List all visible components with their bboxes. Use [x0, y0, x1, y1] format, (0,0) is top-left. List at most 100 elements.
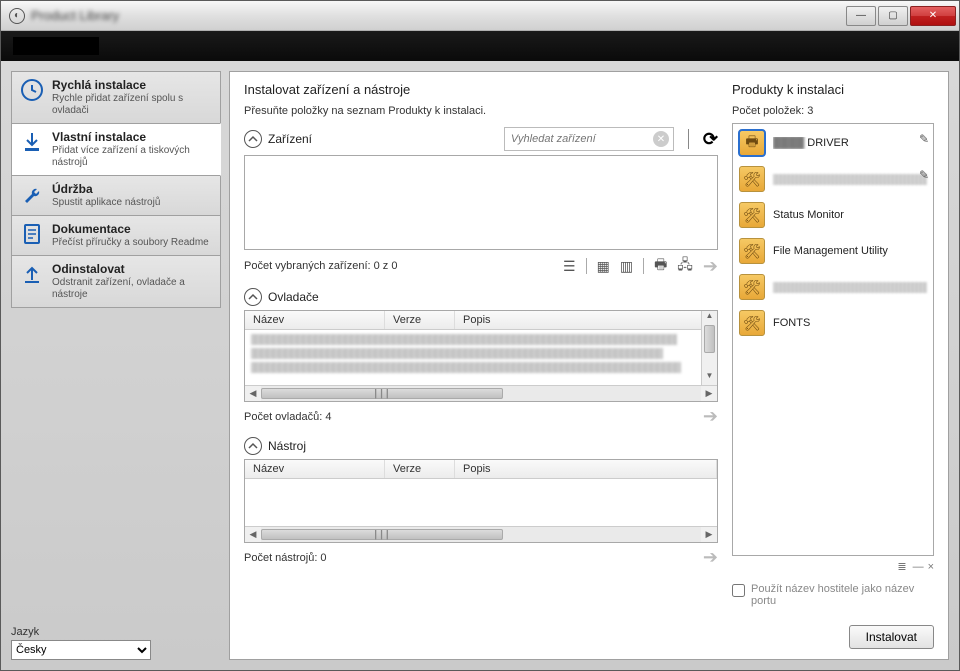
col-version[interactable]: Verze — [385, 311, 455, 329]
refresh-icon[interactable]: ⟳ — [703, 129, 718, 150]
sidebar-item-desc: Odstranit zařízení, ovladače a nástroje — [52, 277, 212, 301]
col-name[interactable]: Název — [245, 311, 385, 329]
product-item-fonts[interactable]: 🛠 FONTS — [739, 310, 927, 336]
table-row[interactable] — [251, 362, 681, 373]
minimize-button[interactable]: — — [846, 6, 876, 26]
app-window: ◐ Product Library — ▢ ✕ Rychlá instalace… — [0, 0, 960, 671]
uninstall-icon — [20, 262, 44, 286]
quick-install-icon — [20, 78, 44, 102]
tool-icon: 🛠 — [739, 166, 765, 192]
divider — [688, 129, 689, 149]
drivers-rows — [245, 330, 717, 377]
tool-icon: 🛠 — [739, 310, 765, 336]
devices-list[interactable] — [244, 155, 718, 250]
sidebar-item-label: Odinstalovat — [52, 262, 212, 276]
right-column: Produkty k instalaci Počet položek: 3 🖶 … — [732, 82, 934, 649]
install-button[interactable]: Instalovat — [849, 625, 934, 649]
language-select[interactable]: Česky — [11, 640, 151, 660]
tools-count: Počet nástrojů: 0 — [244, 552, 327, 564]
sidebar-item-desc: Spustit aplikace nástrojů — [52, 197, 212, 209]
product-item[interactable]: 🛠 — [739, 274, 927, 300]
drivers-list[interactable]: Název Verze Popis ▲▼ ◀┃┃┃▶ — [244, 310, 718, 402]
drivers-footer: Počet ovladačů: 4 ➔ — [244, 406, 718, 427]
drivers-count: Počet ovladačů: 4 — [244, 411, 331, 423]
product-label — [773, 174, 927, 185]
app-icon: ◐ — [9, 8, 25, 24]
drivers-label: Ovladače — [268, 290, 319, 304]
drivers-collapse-icon[interactable] — [244, 288, 262, 306]
sidebar-item-maintenance[interactable]: Údržba Spustit aplikace nástrojů — [11, 175, 221, 216]
product-label: FONTS — [773, 317, 927, 329]
hostname-checkbox[interactable] — [732, 584, 745, 597]
search-clear-icon[interactable]: ✕ — [653, 131, 669, 147]
device-search-input[interactable] — [511, 133, 653, 145]
header-ribbon — [1, 31, 959, 61]
sidebar-item-uninstall[interactable]: Odinstalovat Odstranit zařízení, ovladač… — [11, 255, 221, 308]
drivers-table-head: Název Verze Popis — [245, 311, 717, 330]
tools-arrow-right-icon[interactable]: ➔ — [703, 547, 718, 568]
col-desc[interactable]: Popis — [455, 311, 717, 329]
edit-icon[interactable]: ✎ — [919, 132, 929, 146]
brand-block — [13, 37, 99, 55]
remove-icon[interactable]: — — [913, 561, 924, 573]
tool-icon: 🛠 — [739, 202, 765, 228]
close-panel-icon[interactable]: × — [928, 561, 934, 573]
edit-icon[interactable]: ✎ — [919, 168, 929, 182]
products-count: Počet položek: 3 — [732, 105, 934, 117]
drivers-hscroll[interactable]: ◀┃┃┃▶ — [245, 385, 717, 401]
devices-header: Zařízení ✕ ⟳ — [244, 127, 718, 151]
hostname-checkbox-row[interactable]: Použít název hostitele jako název portu — [732, 583, 934, 607]
tools-list[interactable]: Název Verze Popis ◀┃┃┃▶ — [244, 459, 718, 543]
list-view-icon[interactable]: ☰ — [563, 258, 576, 275]
device-search-box: ✕ — [504, 127, 674, 151]
tools-hscroll[interactable]: ◀┃┃┃▶ — [245, 526, 717, 542]
sidebar-item-label: Rychlá instalace — [52, 78, 212, 92]
product-item-file-mgmt[interactable]: 🛠 File Management Utility — [739, 238, 927, 264]
sidebar-item-label: Dokumentace — [52, 222, 212, 236]
tool-icon: 🛠 — [739, 238, 765, 264]
close-button[interactable]: ✕ — [910, 6, 956, 26]
devices-collapse-icon[interactable] — [244, 130, 262, 148]
tools-collapse-icon[interactable] — [244, 437, 262, 455]
col-desc[interactable]: Popis — [455, 460, 717, 478]
documentation-icon — [20, 222, 44, 246]
add-network-icon[interactable]: 🖧 — [677, 254, 693, 278]
product-item-status-monitor[interactable]: 🛠 Status Monitor — [739, 202, 927, 228]
devices-arrow-right-icon[interactable]: ➔ — [703, 256, 718, 277]
products-footer: ≣ — × — [732, 560, 934, 573]
sidebar-item-custom-install[interactable]: Vlastní instalace Přidat více zařízení a… — [11, 123, 221, 176]
tools-table-head: Název Verze Popis — [245, 460, 717, 479]
sidebar-item-quick-install[interactable]: Rychlá instalace Rychle přidat zařízení … — [11, 71, 221, 124]
col-version[interactable]: Verze — [385, 460, 455, 478]
drivers-vscroll[interactable]: ▲▼ — [701, 311, 717, 385]
devices-label: Zařízení — [268, 132, 312, 146]
product-label: ████ DRIVER — [773, 137, 927, 149]
product-label: File Management Utility — [773, 245, 927, 257]
table-row[interactable] — [251, 334, 677, 345]
drivers-header: Ovladače — [244, 288, 718, 306]
products-title: Produkty k instalaci — [732, 82, 934, 97]
product-label: Status Monitor — [773, 209, 927, 221]
menu-dots-icon[interactable]: ≣ — [897, 560, 908, 573]
drivers-arrow-right-icon[interactable]: ➔ — [703, 406, 718, 427]
tool-icon: 🛠 — [739, 274, 765, 300]
titlebar: ◐ Product Library — ▢ ✕ — [1, 1, 959, 31]
devices-count: Počet vybraných zařízení: 0 z 0 — [244, 260, 397, 272]
window-title: Product Library — [31, 8, 119, 23]
add-device-icon[interactable]: 🖶 — [654, 254, 667, 278]
sidebar-item-desc: Rychle přidat zařízení spolu s ovladači — [52, 93, 212, 117]
body: Rychlá instalace Rychle přidat zařízení … — [1, 61, 959, 670]
col-name[interactable]: Název — [245, 460, 385, 478]
maximize-button[interactable]: ▢ — [878, 6, 908, 26]
language-label: Jazyk — [11, 626, 221, 638]
hostname-checkbox-label: Použít název hostitele jako název portu — [751, 583, 934, 607]
deselect-icon[interactable]: ▥ — [620, 258, 633, 275]
window-buttons: — ▢ ✕ — [845, 6, 957, 26]
product-item[interactable]: 🛠 ✎ — [739, 166, 927, 192]
select-all-icon[interactable]: ▦ — [597, 258, 610, 275]
sidebar-item-documentation[interactable]: Dokumentace Přečíst příručky a soubory R… — [11, 215, 221, 256]
table-row[interactable] — [251, 348, 663, 359]
page-title: Instalovat zařízení a nástroje — [244, 82, 718, 97]
product-item-driver[interactable]: 🖶 ████ DRIVER ✎ — [739, 130, 927, 156]
tools-label: Nástroj — [268, 439, 306, 453]
